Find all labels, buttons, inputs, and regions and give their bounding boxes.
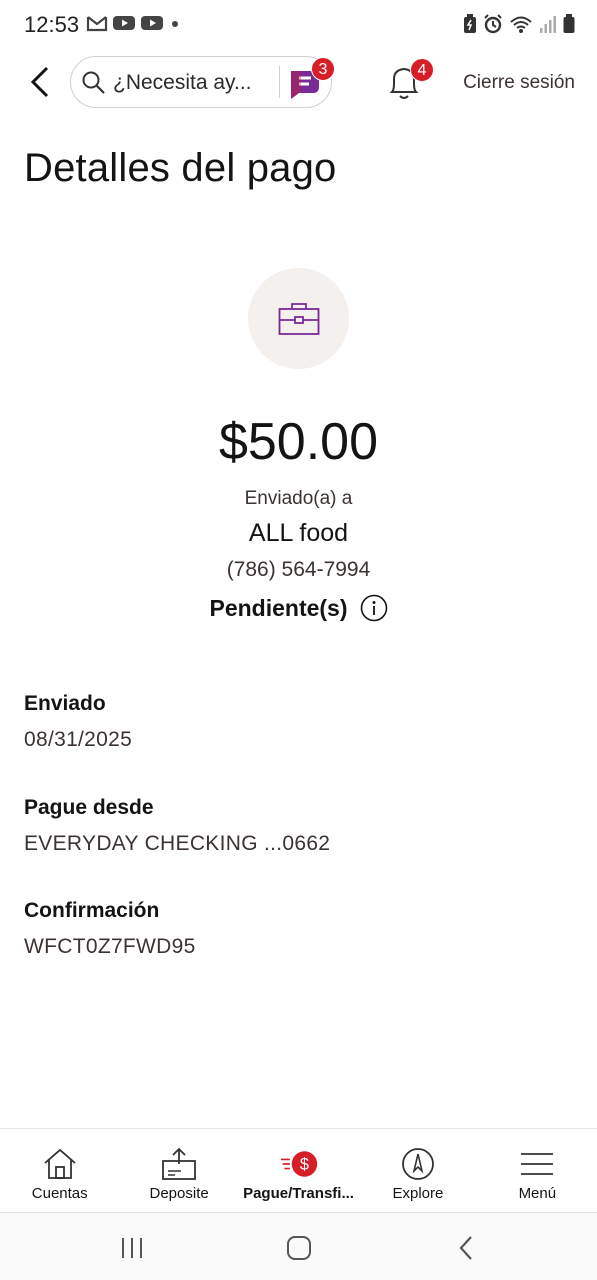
youtube-icon-2 [141, 16, 163, 30]
nav-item-explore[interactable]: Explore [358, 1129, 477, 1212]
system-back-button[interactable] [446, 1233, 486, 1263]
detail-label: Pague desde [24, 796, 154, 819]
recent-apps-button[interactable] [112, 1233, 152, 1263]
more-notifications-dot-icon [172, 21, 178, 27]
battery-icon [563, 14, 575, 33]
detail-label: Enviado [24, 692, 106, 715]
fargo-assistant-button[interactable]: 3 [287, 57, 335, 101]
app-header: ¿Necesita ay... 3 4 Cierre sesión [0, 50, 597, 120]
battery-saver-icon [464, 14, 476, 33]
search-placeholder: ¿Necesita ay... [113, 71, 252, 94]
gmail-icon [86, 16, 108, 32]
logout-link[interactable]: Cierre sesión [463, 72, 575, 94]
detail-value: 08/31/2025 [24, 728, 133, 751]
detail-label: Confirmación [24, 899, 160, 922]
fargo-badge: 3 [311, 57, 335, 81]
briefcase-icon [278, 302, 319, 335]
recipient-phone: (786) 564-7994 [226, 558, 371, 581]
back-button[interactable] [22, 62, 58, 102]
wifi-icon [510, 16, 532, 33]
status-bar: 12:53 [0, 0, 597, 50]
svg-text:$: $ [299, 1155, 308, 1173]
nav-item-pay-transfer[interactable]: $ Pague/Transfi... [239, 1129, 358, 1212]
home-icon [40, 1147, 80, 1181]
youtube-icon [113, 16, 135, 30]
nav-item-menu[interactable]: Menú [478, 1129, 597, 1212]
payment-status: Pendiente(s) [209, 594, 348, 621]
nav-label: Cuentas [31, 1185, 88, 1202]
detail-confirmation: Confirmación WFCT0Z7FWD95 [24, 899, 196, 959]
deposit-icon [159, 1147, 199, 1181]
search-divider [279, 66, 280, 98]
nav-item-deposit[interactable]: Deposite [119, 1129, 238, 1212]
alarm-icon [484, 14, 502, 34]
recipient-name: ALL food [248, 519, 349, 547]
notifications-button[interactable]: 4 [386, 58, 434, 104]
bottom-navigation: Cuentas Deposite $ Pague/Transfi... Expl… [0, 1128, 597, 1212]
compass-icon [398, 1147, 438, 1181]
detail-sent-date: Enviado 08/31/2025 [24, 692, 132, 752]
status-notification-icons [86, 14, 182, 32]
status-system-icons [463, 14, 575, 34]
recent-apps-icon [122, 1238, 142, 1258]
search-icon [82, 71, 105, 94]
chevron-left-icon [30, 66, 49, 98]
signal-icon [540, 16, 556, 33]
system-navigation-bar [0, 1212, 597, 1280]
detail-value: WFCT0Z7FWD95 [24, 935, 196, 958]
status-time: 12:53 [24, 12, 80, 37]
payment-amount: $50.00 [218, 413, 379, 471]
menu-icon [517, 1147, 557, 1181]
home-square-icon [287, 1236, 311, 1260]
system-back-icon [459, 1236, 472, 1260]
payment-icon-circle [248, 268, 349, 369]
detail-value: EVERYDAY CHECKING ...0662 [24, 832, 331, 855]
home-button[interactable] [279, 1233, 319, 1263]
notifications-badge: 4 [410, 58, 434, 82]
detail-pay-from: Pague desde EVERYDAY CHECKING ...0662 [24, 796, 330, 856]
payment-status-row: Pendiente(s) [0, 594, 597, 622]
nav-label: Explore [392, 1185, 444, 1202]
nav-label: Pague/Transfi... [243, 1185, 354, 1202]
nav-label: Deposite [149, 1185, 209, 1202]
search-input[interactable]: ¿Necesita ay... 3 [70, 56, 335, 108]
sent-to-label: Enviado(a) a [244, 488, 353, 509]
nav-item-accounts[interactable]: Cuentas [0, 1129, 119, 1212]
page-title: Detalles del pago [24, 146, 337, 190]
nav-label: Menú [518, 1185, 557, 1202]
info-icon[interactable] [360, 594, 388, 622]
pay-transfer-icon: $ [279, 1147, 319, 1181]
